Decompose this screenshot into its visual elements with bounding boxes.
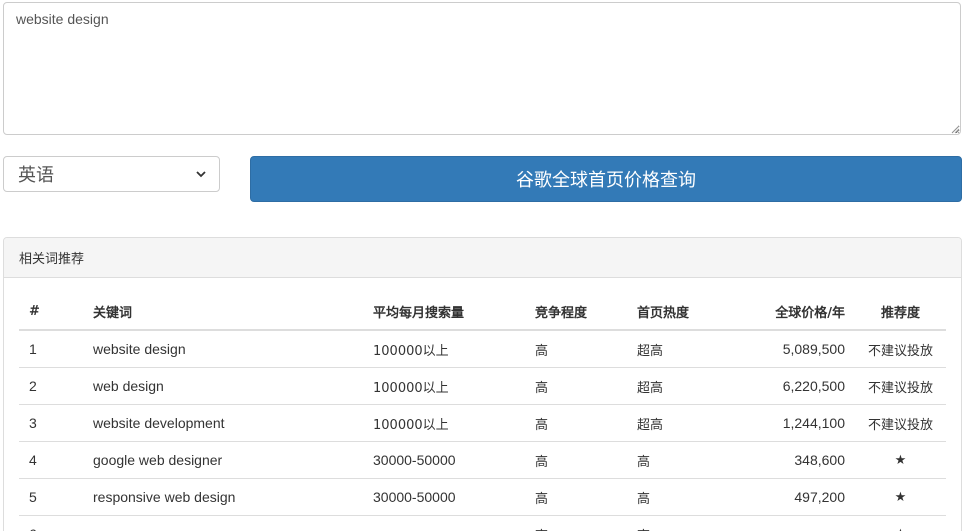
price-query-button-label: 谷歌全球首页价格查询 bbox=[516, 170, 696, 191]
table-row: 2 web design 100000以上 高 超高 6,220,500 不建议… bbox=[19, 367, 946, 405]
header-num: # bbox=[19, 293, 83, 331]
row-volume: 30000-50000 bbox=[363, 441, 525, 479]
table-row: 6 高 高 ★ bbox=[19, 515, 946, 531]
table-header-row: # 关键词 平均每月搜索量 竞争程度 首页热度 全球价格/年 推荐度 bbox=[19, 293, 946, 331]
panel-title: 相关词推荐 bbox=[19, 252, 85, 267]
row-recommend: 不建议投放 bbox=[855, 367, 946, 405]
header-volume: 平均每月搜索量 bbox=[363, 293, 525, 331]
row-competition: 高 bbox=[525, 515, 627, 531]
row-num: 4 bbox=[19, 441, 83, 479]
related-keywords-panel: 相关词推荐 # 关键词 平均每月搜索量 竞争程度 首页热度 全球价格/年 推荐度… bbox=[3, 237, 962, 531]
header-recommend: 推荐度 bbox=[855, 293, 946, 331]
chevron-down-icon bbox=[196, 171, 206, 178]
table-row: 1 website design 100000以上 高 超高 5,089,500… bbox=[19, 329, 946, 368]
row-keyword: google web designer bbox=[83, 441, 363, 479]
row-competition: 高 bbox=[525, 404, 627, 442]
row-recommend-star: ★ bbox=[855, 478, 946, 516]
row-volume: 100000以上 bbox=[363, 404, 525, 442]
row-heat: 高 bbox=[627, 441, 735, 479]
row-recommend-star: ★ bbox=[855, 441, 946, 479]
header-price: 全球价格/年 bbox=[735, 293, 855, 331]
row-num: 6 bbox=[19, 515, 83, 531]
row-heat: 超高 bbox=[627, 404, 735, 442]
row-keyword: web design bbox=[83, 367, 363, 405]
row-price: 1,244,100 bbox=[735, 404, 855, 442]
row-recommend: 不建议投放 bbox=[855, 404, 946, 442]
row-volume: 100000以上 bbox=[363, 329, 525, 368]
row-price: 497,200 bbox=[735, 478, 855, 516]
row-num: 3 bbox=[19, 404, 83, 442]
language-select[interactable]: 英语 bbox=[3, 156, 220, 192]
row-volume: 100000以上 bbox=[363, 367, 525, 405]
row-competition: 高 bbox=[525, 329, 627, 368]
row-heat: 超高 bbox=[627, 329, 735, 368]
row-heat: 高 bbox=[627, 478, 735, 516]
header-keyword: 关键词 bbox=[83, 293, 363, 331]
table-row: 3 website development 100000以上 高 超高 1,24… bbox=[19, 404, 946, 442]
row-recommend-star: ★ bbox=[855, 515, 946, 531]
resize-grip-icon[interactable] bbox=[950, 124, 960, 134]
row-price: 6,220,500 bbox=[735, 367, 855, 405]
row-competition: 高 bbox=[525, 441, 627, 479]
table-row: 4 google web designer 30000-50000 高 高 34… bbox=[19, 441, 946, 479]
keyword-query-textarea[interactable]: website design bbox=[3, 2, 961, 135]
row-heat: 高 bbox=[627, 515, 735, 531]
row-price: 348,600 bbox=[735, 441, 855, 479]
row-keyword bbox=[83, 515, 363, 531]
row-heat: 超高 bbox=[627, 367, 735, 405]
row-volume bbox=[363, 515, 525, 531]
page: website design 英语 谷歌全球首页价格查询 相关词推荐 # 关键词… bbox=[0, 0, 967, 531]
language-select-value: 英语 bbox=[18, 165, 54, 186]
row-price bbox=[735, 515, 855, 531]
row-num: 1 bbox=[19, 329, 83, 368]
row-competition: 高 bbox=[525, 367, 627, 405]
row-keyword: website design bbox=[83, 329, 363, 368]
row-price: 5,089,500 bbox=[735, 329, 855, 368]
price-query-button[interactable]: 谷歌全球首页价格查询 bbox=[250, 156, 962, 202]
header-competition: 竞争程度 bbox=[525, 293, 627, 331]
table-row: 5 responsive web design 30000-50000 高 高 … bbox=[19, 478, 946, 516]
header-heat: 首页热度 bbox=[627, 293, 735, 331]
row-num: 5 bbox=[19, 478, 83, 516]
row-num: 2 bbox=[19, 367, 83, 405]
row-volume: 30000-50000 bbox=[363, 478, 525, 516]
row-keyword: website development bbox=[83, 404, 363, 442]
keyword-table: # 关键词 平均每月搜索量 竞争程度 首页热度 全球价格/年 推荐度 1 web… bbox=[19, 293, 946, 531]
row-recommend: 不建议投放 bbox=[855, 329, 946, 368]
row-keyword: responsive web design bbox=[83, 478, 363, 516]
row-competition: 高 bbox=[525, 478, 627, 516]
panel-heading: 相关词推荐 bbox=[4, 238, 961, 278]
